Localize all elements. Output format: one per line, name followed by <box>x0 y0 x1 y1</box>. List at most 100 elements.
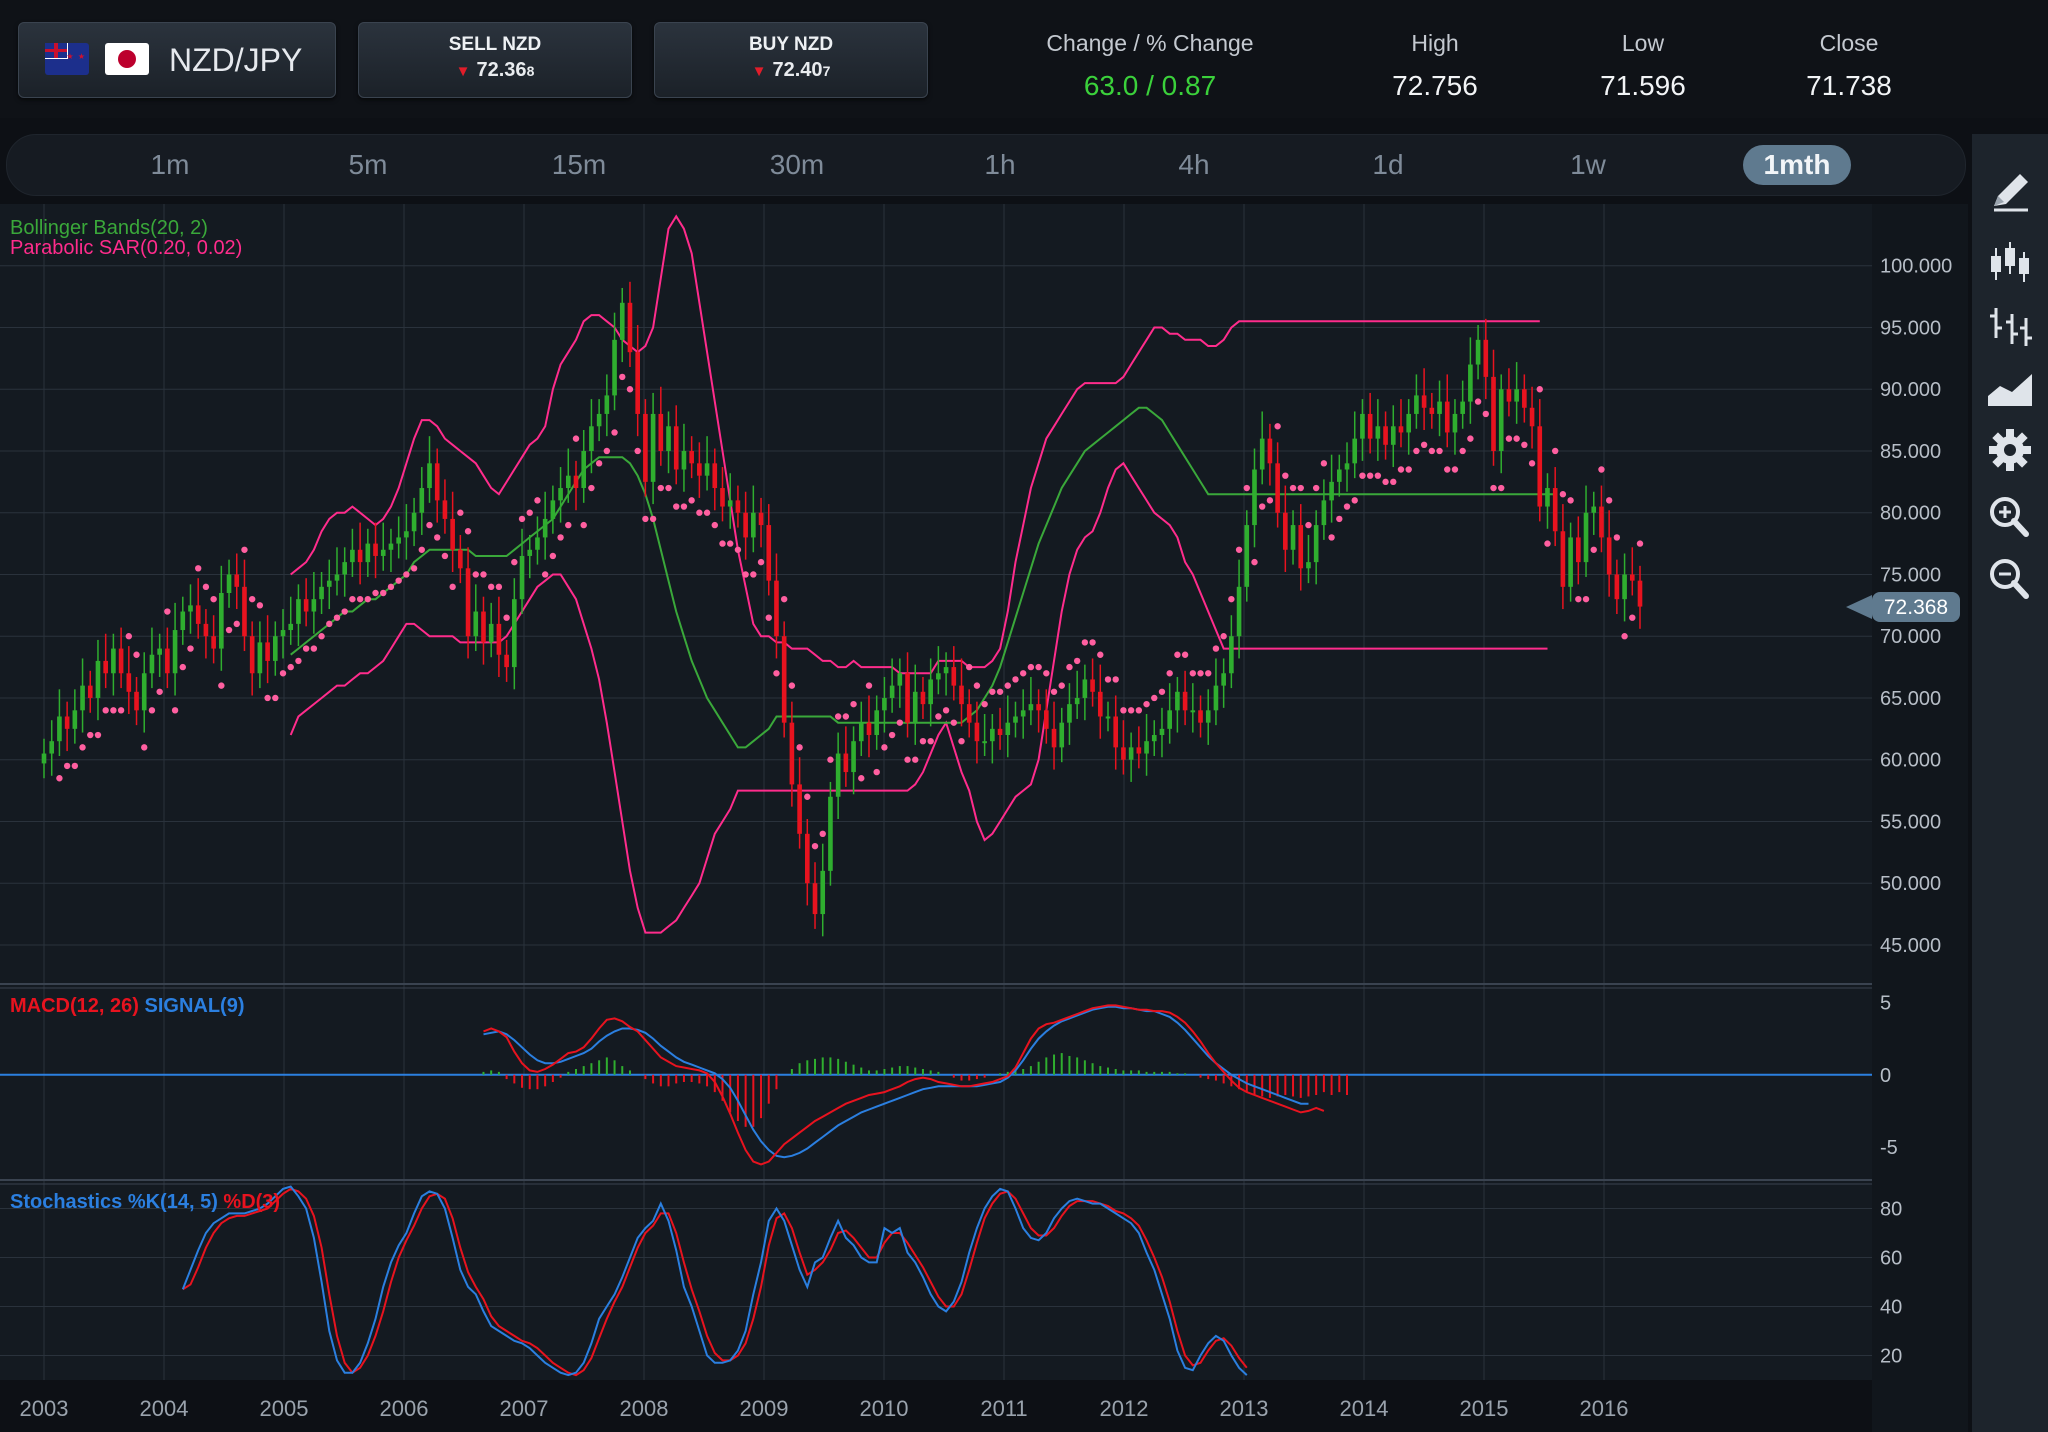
candle-body <box>889 685 895 698</box>
settings-gear-icon[interactable] <box>1980 422 2040 478</box>
candle-body <box>1606 537 1612 575</box>
sar-dot <box>1474 398 1482 405</box>
sar-dot <box>950 719 957 726</box>
sar-dot <box>1513 435 1520 442</box>
candle-body <box>573 475 579 489</box>
candle-body <box>1259 438 1265 470</box>
sar-dot <box>117 707 125 714</box>
sar-dot <box>1174 651 1181 658</box>
sar-dot <box>63 762 71 770</box>
sar-dot <box>310 645 318 652</box>
sar-dot <box>372 589 379 597</box>
sar-dot <box>1482 410 1489 418</box>
price-tick-label: 100.000 <box>1880 256 1952 278</box>
candle-body <box>95 660 101 698</box>
sar-dot <box>457 509 464 516</box>
nz-flag-icon <box>45 43 89 75</box>
candle-body <box>1151 735 1157 742</box>
ohlc-bars-icon[interactable] <box>1980 298 2040 354</box>
sar-dot <box>426 521 433 529</box>
sar-dot <box>210 595 217 603</box>
candle-body <box>1437 401 1442 414</box>
candle-body <box>1506 389 1512 402</box>
candle-body <box>627 302 633 353</box>
sar-dot <box>1235 546 1243 553</box>
low-value: 71.596 <box>1600 70 1686 101</box>
sar-dot <box>1382 478 1389 486</box>
candle-body <box>226 574 232 593</box>
candle-body <box>1421 395 1427 408</box>
candle-body <box>203 623 209 637</box>
sar-dot <box>1312 484 1320 492</box>
candle-body <box>1005 722 1011 736</box>
timeframe-1m[interactable]: 1m <box>115 145 225 185</box>
sar-dot <box>1035 663 1042 671</box>
buy-button[interactable]: BUY NZD ▼ 72.407 <box>654 22 928 98</box>
sar-dot <box>464 528 472 535</box>
timeframe-1mth[interactable]: 1mth <box>1743 145 1851 185</box>
area-chart-icon[interactable] <box>1980 360 2040 416</box>
candle-body <box>64 716 70 729</box>
timeframe-4h[interactable]: 4h <box>1139 145 1249 185</box>
candle-body <box>596 413 602 427</box>
sar-dot <box>326 620 333 628</box>
sar-dot <box>71 762 79 770</box>
candle-body <box>41 753 47 764</box>
sar-dot <box>1089 639 1096 646</box>
sar-dot <box>1636 540 1644 547</box>
sar-dot <box>1598 466 1605 473</box>
candle-body <box>465 568 471 637</box>
sar-dot <box>487 583 495 591</box>
sar-dot <box>549 552 557 560</box>
sar-dot <box>1451 466 1459 473</box>
sar-dot <box>1027 663 1035 671</box>
sar-dot <box>364 595 372 603</box>
timeframe-15m[interactable]: 15m <box>519 145 639 185</box>
candle-body <box>157 648 162 655</box>
price-chart[interactable]: 100.000 95.000 90.000 85.000 80.000 75.000 70.… <box>0 204 1968 1432</box>
candle-body <box>512 599 517 668</box>
candlestick-icon[interactable] <box>1980 234 2040 290</box>
candle-body <box>49 741 55 754</box>
timeframe-1w[interactable]: 1w <box>1533 145 1643 185</box>
sar-dot <box>750 571 757 578</box>
sar-dot <box>1567 497 1574 504</box>
sar-dot <box>1305 521 1312 529</box>
candle-body <box>1121 747 1126 760</box>
timeframe-1h[interactable]: 1h <box>945 145 1055 185</box>
candle-body <box>1159 728 1165 736</box>
zoom-out-icon[interactable] <box>1980 550 2040 606</box>
candle-body <box>704 463 710 476</box>
sar-dot <box>819 830 826 838</box>
candle-body <box>219 593 224 649</box>
sar-dot <box>526 509 533 516</box>
timeframe-1d[interactable]: 1d <box>1333 145 1443 185</box>
candle-body <box>1213 685 1219 711</box>
sar-dot <box>256 602 264 609</box>
candle-body <box>380 549 386 556</box>
currency-pair-selector[interactable]: NZD/JPY <box>18 22 336 98</box>
sar-dot <box>1266 497 1274 504</box>
timeframe-30m[interactable]: 30m <box>737 145 857 185</box>
sar-dot <box>1613 534 1621 541</box>
sar-dot <box>1536 386 1543 393</box>
price-tick-label: 90.000 <box>1880 379 1941 401</box>
zoom-in-icon[interactable] <box>1980 488 2040 544</box>
candle-body <box>1329 481 1334 501</box>
sar-dot <box>1559 491 1567 498</box>
pencil-icon[interactable] <box>1980 162 2040 218</box>
sar-dot <box>1050 688 1058 695</box>
sar-dot <box>565 521 572 529</box>
candle-body <box>396 537 401 544</box>
sar-dot <box>1019 670 1027 677</box>
candle-body <box>858 722 864 742</box>
candle-body <box>1298 525 1304 569</box>
candle-body <box>1182 691 1188 711</box>
sell-button[interactable]: SELL NZD ▼ 72.368 <box>358 22 632 98</box>
sar-dot <box>141 744 148 751</box>
sar-dot <box>1012 676 1019 683</box>
sar-dot <box>1243 484 1250 492</box>
timeframe-5m[interactable]: 5m <box>313 145 423 185</box>
sar-dot <box>626 386 634 393</box>
sar-dot <box>1143 700 1150 708</box>
